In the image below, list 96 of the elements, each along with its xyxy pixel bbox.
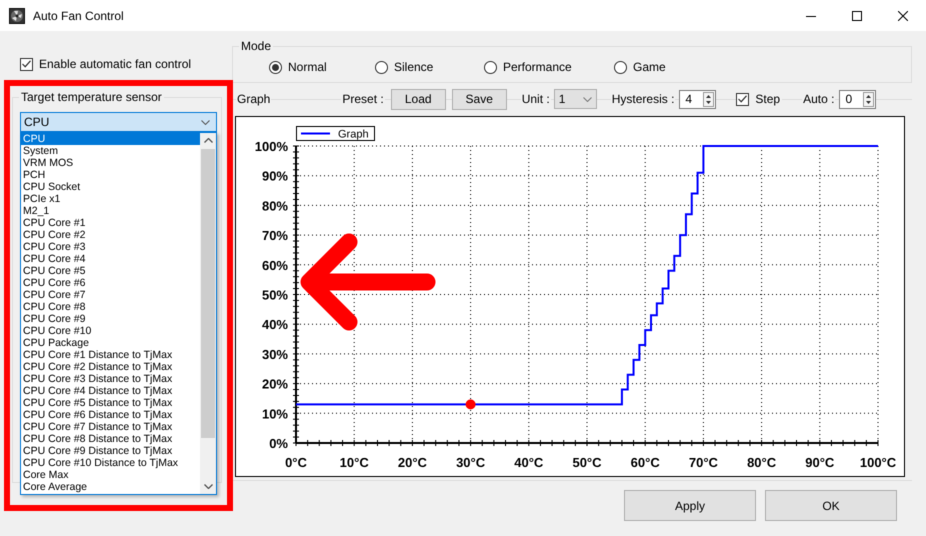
radio-label: Performance — [503, 60, 572, 74]
list-item[interactable]: CPU Core #9 Distance to TjMax — [21, 445, 200, 457]
list-item[interactable]: CPU Socket — [21, 181, 200, 193]
check-icon — [738, 95, 748, 103]
preset-label: Preset : — [341, 92, 385, 106]
y-tick-label: 90% — [262, 168, 288, 184]
x-tick-label: 10°C — [340, 455, 369, 470]
radio-button[interactable] — [484, 60, 497, 74]
check-icon — [22, 60, 31, 68]
scroll-down-icon — [204, 484, 212, 489]
list-item[interactable]: CPU Core #3 Distance to TjMax — [21, 373, 200, 385]
legend-label: Graph — [338, 128, 369, 140]
y-tick-label: 0% — [269, 436, 288, 451]
fan-icon — [9, 8, 25, 24]
scrollbar[interactable] — [200, 133, 216, 494]
auto-label: Auto : — [802, 92, 836, 106]
list-item[interactable]: CPU Core #1 — [21, 217, 200, 229]
list-item[interactable]: CPU Core #8 Distance to TjMax — [21, 433, 200, 445]
hysteresis-spinner[interactable]: 4 — [679, 90, 716, 108]
x-tick-label: 60°C — [630, 455, 660, 470]
unit-label: Unit : — [520, 92, 551, 106]
list-item[interactable]: CPU Core #9 — [21, 313, 200, 325]
checkbox-label: Enable automatic fan control — [39, 57, 192, 71]
list-item[interactable]: System — [21, 145, 200, 157]
list-item[interactable]: CPU Core #1 Distance to TjMax — [21, 349, 200, 361]
x-tick-label: 50°C — [572, 455, 602, 470]
list-item[interactable]: CPU Core #6 — [21, 277, 200, 289]
chevron-down-icon — [201, 120, 210, 124]
chevron-down-icon — [582, 96, 592, 102]
radio-button[interactable] — [269, 60, 282, 74]
close-icon — [898, 10, 908, 20]
list-item[interactable]: CPU Core #7 — [21, 289, 200, 301]
x-tick-label: 70°C — [688, 455, 718, 470]
scroll-up-icon — [204, 138, 212, 143]
spin-arrows-icon — [863, 92, 874, 106]
list-item[interactable]: CPU — [21, 133, 200, 145]
group-title: Mode — [239, 39, 274, 53]
chart-legend: Graph — [296, 126, 375, 141]
list-item[interactable]: CPU Core #10 Distance to TjMax — [21, 457, 200, 469]
y-tick-label: 40% — [262, 317, 288, 332]
list-item[interactable]: Core Max — [21, 469, 200, 481]
x-tick-label: 80°C — [747, 455, 776, 470]
list-item[interactable]: Core Average — [21, 481, 200, 493]
list-item[interactable]: CPU Core #2 — [21, 229, 200, 241]
preset-button[interactable]: Load — [390, 88, 446, 110]
scrollbar-thumb[interactable] — [201, 149, 215, 438]
list-item[interactable]: VRM MOS — [21, 157, 200, 169]
x-tick-label: 100°C — [860, 455, 896, 470]
y-tick-label: 70% — [262, 228, 288, 244]
hysteresis-label: Hysteresis : — [610, 92, 676, 106]
list-item[interactable]: CPU Core #4 — [21, 253, 200, 265]
spin-arrows-icon — [703, 92, 714, 106]
checkbox[interactable] — [20, 58, 33, 70]
y-tick-label: 20% — [262, 376, 288, 392]
list-item[interactable]: CPU Core #5 — [21, 265, 200, 277]
radio-button[interactable] — [614, 60, 627, 74]
list-item[interactable]: CPU Core #6 Distance to TjMax — [21, 409, 200, 421]
list-item[interactable]: CPU Core #3 — [21, 241, 200, 253]
auto-spinner[interactable]: 0 — [839, 90, 876, 108]
x-tick-label: 20°C — [398, 455, 427, 470]
checkbox[interactable] — [736, 92, 750, 106]
list-item[interactable]: CPU Core #5 Distance to TjMax — [21, 397, 200, 409]
curve-point[interactable] — [466, 399, 476, 410]
list-item[interactable]: CPU Core #2 Distance to TjMax — [21, 361, 200, 373]
x-tick-label: 0°C — [285, 455, 307, 470]
y-tick-label: 60% — [262, 258, 288, 273]
list-item[interactable]: CPU Core #7 Distance to TjMax — [21, 421, 200, 433]
radio-label: Normal — [288, 60, 327, 74]
list-item[interactable]: PCH — [21, 169, 200, 181]
radio-label: Silence — [394, 60, 434, 74]
y-tick-label: 80% — [262, 198, 288, 214]
list-item[interactable]: M2_1 — [21, 205, 200, 217]
list-item[interactable]: CPU Core #8 — [21, 301, 200, 313]
group-title: Graph — [236, 92, 272, 106]
maximize-icon — [852, 10, 862, 20]
y-tick-label: 100% — [254, 139, 288, 154]
list-item[interactable]: CPU Core #4 Distance to TjMax — [21, 385, 200, 397]
radio-button[interactable] — [375, 60, 388, 74]
x-tick-label: 90°C — [805, 455, 834, 470]
list-item[interactable]: CPU Core #10 — [21, 325, 200, 337]
group-title: Target temperature sensor — [19, 90, 164, 104]
y-tick-label: 30% — [262, 346, 288, 362]
y-tick-label: 10% — [262, 406, 288, 422]
checkbox-label: Step — [755, 92, 780, 106]
list-item[interactable]: CPU Package — [21, 337, 200, 349]
preset-button[interactable]: Save — [452, 88, 507, 110]
window-title: Auto Fan Control — [33, 8, 124, 22]
x-tick-label: 30°C — [456, 455, 486, 470]
sensor-dropdown[interactable]: CPU — [20, 112, 217, 132]
list-item[interactable]: PCIe x1 — [21, 193, 200, 205]
radio-label: Game — [633, 60, 666, 74]
unit-dropdown[interactable]: 1 — [554, 89, 597, 109]
dialog-button[interactable]: OK — [765, 490, 897, 521]
x-tick-label: 40°C — [514, 455, 544, 470]
dialog-button[interactable]: Apply — [624, 490, 756, 521]
y-tick-label: 50% — [262, 288, 288, 302]
